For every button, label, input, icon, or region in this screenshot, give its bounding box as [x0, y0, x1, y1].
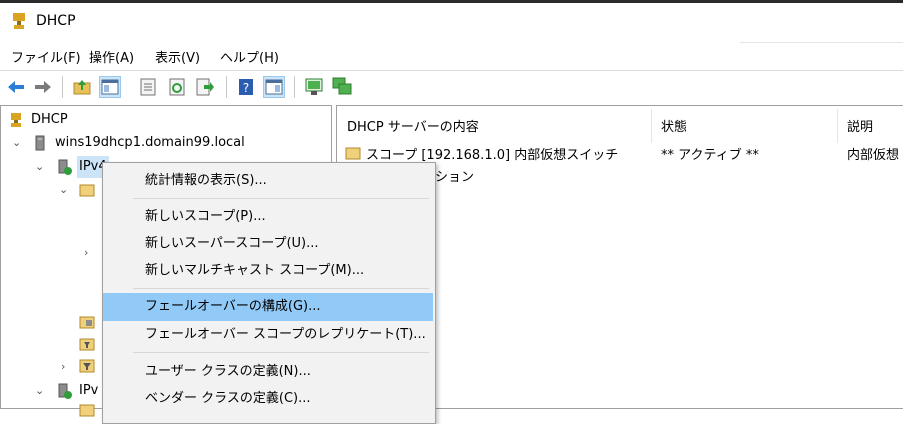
column-divider[interactable]: [651, 109, 652, 143]
properties-icon[interactable]: [138, 77, 158, 97]
menu-file[interactable]: ファイル(F): [11, 47, 81, 66]
menu-item-configure-failover[interactable]: フェールオーバーの構成(G)...: [103, 293, 433, 321]
menu-bar-divider: [740, 42, 903, 43]
chevron-down-icon[interactable]: ⌄: [35, 156, 44, 178]
menu-item-label: 新しいスコープ(P)...: [145, 209, 266, 224]
column-header-status[interactable]: 状態: [661, 116, 687, 135]
dhcp-app-icon: [13, 13, 25, 29]
filter-folder-icon: [79, 338, 95, 351]
show-hide-tree-icon[interactable]: [99, 76, 121, 98]
svg-text:?: ?: [243, 81, 249, 95]
toolbar-separator: [226, 76, 227, 98]
ipv4-icon: [58, 159, 72, 175]
menu-bar: ファイル(F) 操作(A) 表示(V) ヘルプ(H): [0, 40, 903, 70]
menu-item-define-user-classes[interactable]: ユーザー クラスの定義(N)...: [103, 358, 433, 386]
export-icon[interactable]: [195, 77, 215, 97]
menu-separator: [133, 288, 429, 289]
toolbar-separator: [62, 76, 63, 98]
ipv6-icon: [58, 383, 72, 399]
help-icon[interactable]: ?: [236, 77, 256, 97]
tree-label: IPv: [79, 383, 99, 398]
toolbar-separator: [294, 76, 295, 98]
menu-view[interactable]: 表示(V): [155, 47, 200, 66]
menu-action[interactable]: 操作(A): [89, 47, 134, 66]
policy-folder-icon: [79, 316, 95, 329]
tree-label: DHCP: [31, 112, 68, 127]
row-description: 内部仮想: [847, 148, 900, 163]
menu-item-label: フェールオーバーの構成(G)...: [145, 299, 321, 314]
menu-separator: [133, 352, 429, 353]
filters-icon: [79, 359, 95, 373]
chevron-down-icon[interactable]: ⌄: [12, 132, 21, 154]
menu-item-show-statistics[interactable]: 統計情報の表示(S)...: [103, 167, 433, 195]
column-divider[interactable]: [837, 109, 838, 143]
row-name: スコープ [192.168.1.0] 内部仮想スイッチ: [366, 148, 619, 163]
back-icon[interactable]: [6, 77, 26, 97]
server-tower-icon: [35, 135, 45, 151]
menu-item-new-scope[interactable]: 新しいスコープ(P)...: [103, 203, 433, 231]
tree-node-scope[interactable]: ⌄: [1, 179, 103, 201]
menu-item-new-multicast-scope[interactable]: 新しいマルチキャスト スコープ(M)...: [103, 257, 433, 285]
menu-item-label: フェールオーバー スコープのレプリケート(T)...: [145, 327, 426, 342]
menu-item-replicate-failover-scopes[interactable]: フェールオーバー スコープのレプリケート(T)...: [103, 321, 433, 349]
tree-node-ipv6[interactable]: ⌄ IPv: [1, 380, 103, 402]
tree-node-server[interactable]: ⌄ wins19dhcp1.domain99.local: [1, 132, 331, 154]
dhcp-root-icon: [11, 113, 21, 127]
toolbar: ?: [0, 70, 903, 104]
row-status: ** アクティブ **: [661, 148, 759, 163]
menu-item-new-superscope[interactable]: 新しいスーパースコープ(U)...: [103, 230, 433, 258]
chevron-down-icon[interactable]: ⌄: [35, 380, 44, 402]
folder-icon: [79, 404, 95, 417]
add-server-icon[interactable]: [332, 77, 352, 97]
column-header-content[interactable]: DHCP サーバーの内容: [347, 116, 479, 135]
menu-item-label: ユーザー クラスの定義(N)...: [145, 364, 311, 379]
column-header-description[interactable]: 説明: [847, 116, 873, 135]
chevron-down-icon[interactable]: ⌄: [59, 179, 68, 201]
row-name: ション: [435, 170, 475, 185]
list-row[interactable]: スコープ [192.168.1.0] 内部仮想スイッチ ** アクティブ ** …: [337, 142, 903, 164]
context-menu: 統計情報の表示(S)... 新しいスコープ(P)... 新しいスーパースコープ(…: [102, 162, 436, 424]
menu-help[interactable]: ヘルプ(H): [220, 47, 279, 66]
scope-folder-icon: [345, 147, 361, 160]
menu-item-label: 統計情報の表示(S)...: [145, 173, 267, 188]
tree-label: wins19dhcp1.domain99.local: [55, 135, 245, 150]
forward-icon[interactable]: [33, 77, 53, 97]
folder-icon: [79, 184, 95, 197]
menu-item-label: 新しいマルチキャスト スコープ(M)...: [145, 263, 365, 278]
menu-separator: [133, 198, 429, 199]
server-icon[interactable]: [304, 77, 324, 97]
menu-item-label: 新しいスーパースコープ(U)...: [145, 236, 319, 251]
window-title: DHCP: [36, 13, 76, 29]
title-bar: DHCP: [0, 3, 903, 40]
up-folder-icon[interactable]: [72, 77, 92, 97]
chevron-right-icon[interactable]: ›: [84, 246, 88, 259]
refresh-icon[interactable]: [167, 77, 187, 97]
tree-node-dhcp[interactable]: DHCP: [1, 109, 331, 131]
action-pane-icon[interactable]: [263, 76, 285, 98]
chevron-right-icon[interactable]: ›: [61, 360, 65, 373]
